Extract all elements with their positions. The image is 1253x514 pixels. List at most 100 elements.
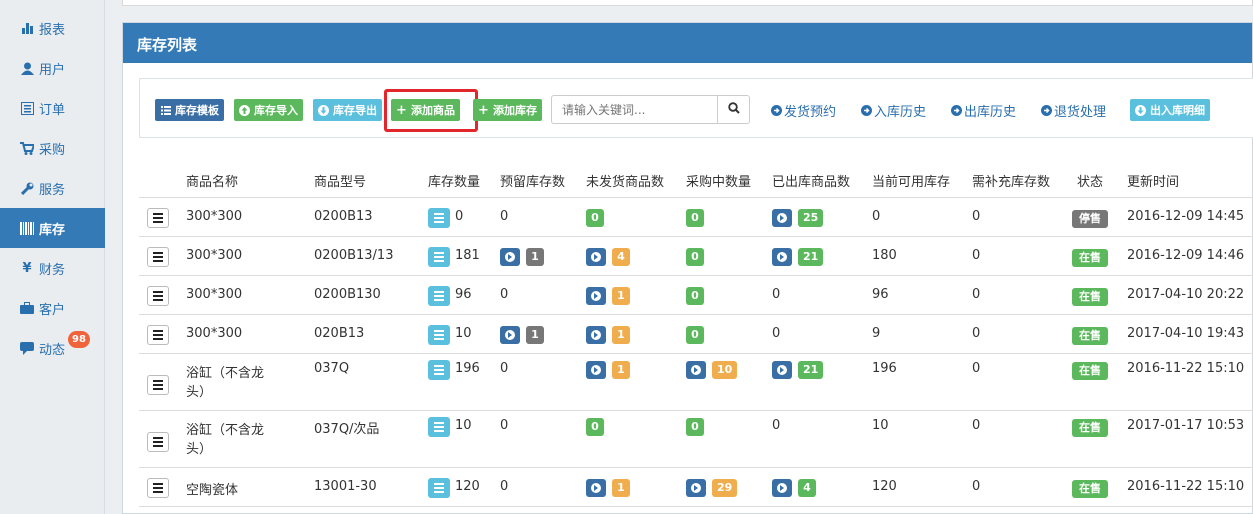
link-label: 发货预约 [784,105,837,120]
sidebar-item-service[interactable]: 服务 [0,168,105,208]
unshipped-count-label: 4 [612,248,630,266]
purchasing-count-label: 0 [686,287,704,305]
upload-icon [239,104,250,116]
sidebar-item-customers[interactable]: 客户 [0,288,105,328]
row-menu-button[interactable] [147,432,169,452]
button-label: 库存导入 [254,104,298,117]
stock-list-icon[interactable] [428,360,450,380]
yen-icon: ¥ [22,260,32,276]
barcode-icon [18,221,36,235]
ship-booking-link[interactable]: 发货预约 [771,101,836,120]
stock-list-icon[interactable] [428,325,450,345]
status-badge: 在售 [1072,419,1108,437]
updated-time: 2016-11-22 15:10 [1127,361,1245,376]
row-menu-button[interactable] [147,208,169,228]
shipped-count-label: 21 [798,361,824,379]
purchasing-arrow-button[interactable] [686,361,706,379]
stock-quantity: 10 [455,418,472,433]
stock-list-icon[interactable] [428,286,450,306]
stock-quantity: 10 [455,326,472,341]
shipped-arrow-button[interactable] [772,209,792,227]
unshipped-arrow-button[interactable] [586,326,606,344]
shipped-arrow-button[interactable] [772,248,792,266]
shipped-arrow-button[interactable] [772,361,792,379]
row-menu-button[interactable] [147,478,169,498]
inventory-template-button[interactable]: 库存模板 [155,99,224,121]
sidebar: 报表 用户 订单 采购 服务 库存 ¥ 财务 客户 动态 98 [0,0,105,514]
purchasing-count-label: 29 [712,479,738,497]
table-header: 商品名称 商品型号 库存数量 预留库存数 未发货商品数 采购中数量 已出库商品数… [139,163,1253,198]
button-label: 添加库存 [493,104,537,117]
arrow-circle-icon [771,105,782,116]
sidebar-item-label: 订单 [39,102,66,118]
product-model: 037Q [314,361,350,376]
product-model: 13001-30 [314,479,377,494]
replenish-count: 0 [972,326,981,341]
sidebar-item-inventory[interactable]: 库存 [0,208,105,248]
shipped-count: 0 [772,326,781,341]
reserved-arrow-button[interactable] [500,326,520,344]
search-input[interactable] [551,95,718,124]
stock-quantity: 120 [455,479,480,494]
product-name: 300*300 [186,326,243,341]
shipped-count-label: 4 [798,479,816,497]
available-stock: 96 [872,287,889,302]
sidebar-item-label: 用户 [39,62,66,78]
sidebar-item-activity[interactable]: 动态 98 [0,328,105,368]
column-header: 需补充库存数 [972,175,1051,190]
in-out-detail-button[interactable]: 出入库明细 [1130,99,1210,121]
stock-list-icon[interactable] [428,478,450,498]
status-badge: 在售 [1072,480,1108,498]
purchasing-count-label: 0 [686,326,704,344]
updated-time: 2016-11-22 15:10 [1127,479,1245,494]
product-name-line2: 头） [186,385,213,400]
search-button[interactable] [717,95,750,124]
unshipped-arrow-button[interactable] [586,248,606,266]
purchasing-arrow-button[interactable] [686,479,706,497]
sidebar-item-users[interactable]: 用户 [0,48,105,88]
stock-list-icon[interactable] [428,417,450,437]
inventory-export-button[interactable]: 库存导出 [313,99,382,121]
add-stock-button[interactable]: + 添加库存 [473,99,542,121]
unshipped-arrow-button[interactable] [586,287,606,305]
row-menu-button[interactable] [147,286,169,306]
shipped-arrow-button[interactable] [772,479,792,497]
sidebar-item-finance[interactable]: ¥ 财务 [0,248,105,288]
replenish-count: 0 [972,209,981,224]
sidebar-item-orders[interactable]: 订单 [0,88,105,128]
stock-quantity: 196 [455,361,480,376]
download-icon [318,104,329,116]
unshipped-arrow-button[interactable] [586,479,606,497]
outbound-history-link[interactable]: 出库历史 [951,101,1016,120]
updated-time: 2016-12-09 14:45 [1127,209,1245,224]
updated-time: 2017-04-10 20:22 [1127,287,1245,302]
panel-title: 库存列表 [123,23,1252,63]
row-menu-button[interactable] [147,247,169,267]
table-row: 300*300 0200B13 0 0 0 0 25 0 0 停售 2016-12-09 14:45 [139,198,1253,237]
button-label: 库存模板 [175,104,219,117]
top-strip [122,0,1253,6]
table-row: 300*300 020B13 10 1 1 0 0 9 0 在售 2017-04-10 19:43 [139,315,1253,354]
sidebar-item-purchase[interactable]: 采购 [0,128,105,168]
sidebar-item-reports[interactable]: 报表 [0,8,105,48]
inventory-import-button[interactable]: 库存导入 [234,99,303,121]
inbound-history-link[interactable]: 入库历史 [861,101,926,120]
reserved-count: 0 [500,209,509,224]
stock-list-icon[interactable] [428,247,450,267]
unshipped-arrow-button[interactable] [586,361,606,379]
sidebar-item-label: 财务 [39,262,66,278]
sidebar-item-label: 服务 [39,182,66,198]
notification-badge: 98 [68,331,90,348]
purchasing-count-label: 10 [712,361,738,379]
stock-list-icon[interactable] [428,208,450,228]
purchasing-count-label: 0 [686,209,704,227]
row-menu-button[interactable] [147,375,169,395]
reserved-arrow-button[interactable] [500,248,520,266]
product-name: 空陶瓷体 [186,483,239,498]
row-menu-button[interactable] [147,325,169,345]
product-name-line2: 头） [186,442,213,457]
download-icon [1135,104,1146,116]
stock-quantity: 181 [455,248,480,263]
plus-icon: + [478,102,489,118]
return-handling-link[interactable]: 退货处理 [1041,101,1106,120]
